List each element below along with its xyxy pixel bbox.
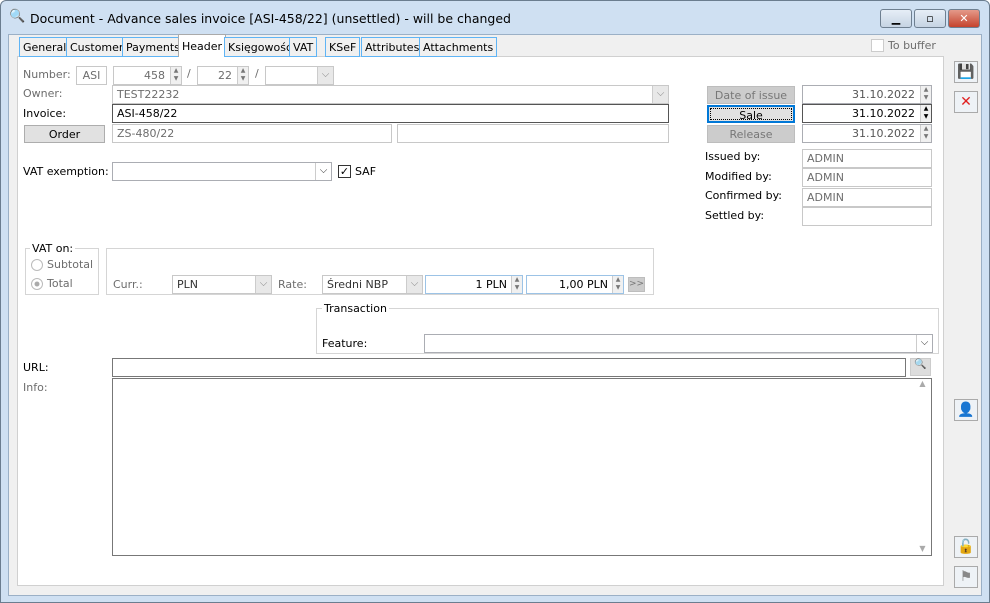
transaction-label: Transaction — [322, 302, 389, 315]
info-label: Info: — [23, 381, 48, 394]
currency-value: PLN — [177, 278, 198, 291]
minimize-button[interactable]: ▁ — [880, 9, 912, 28]
rate-amount2-field[interactable]: 1,00 PLN ▲ ▼ — [526, 275, 624, 294]
number-field[interactable]: 458 ▲ ▼ — [113, 66, 182, 85]
chevron-down-icon[interactable]: ⌵ — [315, 163, 331, 180]
invoice-input[interactable]: ASI-458/22 — [112, 104, 669, 123]
feature-label: Feature: — [322, 337, 368, 350]
spin-icon[interactable]: ▲ ▼ — [920, 125, 931, 142]
close-button[interactable]: ✕ — [948, 9, 980, 28]
vat-exemption-select[interactable]: ⌵ — [112, 162, 332, 181]
settled-by-value — [802, 207, 932, 226]
chevron-down-icon[interactable]: ⌵ — [317, 67, 333, 84]
cancel-icon[interactable]: ✕ — [954, 91, 978, 113]
chevron-down-icon[interactable]: ⌵ — [916, 335, 932, 352]
spin-icon[interactable]: ▲ ▼ — [237, 67, 248, 84]
tab-header[interactable]: Header — [178, 34, 227, 57]
vat-exemption-label: VAT exemption: — [23, 165, 109, 178]
issued-by-value: ADMIN — [802, 149, 932, 168]
tab-ksef[interactable]: KSeF — [325, 37, 361, 57]
number-series-select[interactable]: ⌵ — [265, 66, 334, 85]
total-label: Total — [47, 277, 73, 290]
release-button[interactable]: Release — [707, 125, 795, 143]
chevron-down-icon[interactable]: ⌵ — [406, 276, 422, 293]
number-year-field[interactable]: 22 ▲ ▼ — [197, 66, 249, 85]
magnifier-icon: 🔍 — [9, 9, 26, 24]
chevron-down-icon[interactable]: ⌵ — [652, 86, 668, 103]
url-label: URL: — [23, 361, 49, 374]
curr-label: Curr.: — [113, 278, 143, 291]
confirmed-by-value: ADMIN — [802, 188, 932, 207]
invoice-label: Invoice: — [23, 107, 67, 120]
order-button[interactable]: Order — [24, 125, 105, 143]
rate-value: Średni NBP — [327, 278, 388, 291]
sale-date-field[interactable]: 31.10.2022 ▲ ▼ — [802, 104, 932, 123]
tab-ksiegowosc[interactable]: Księgowość — [224, 37, 296, 57]
saf-label: SAF — [355, 165, 377, 178]
saf-checkbox[interactable]: ✓ — [338, 165, 351, 178]
modified-by-label: Modified by: — [705, 170, 772, 183]
tab-payments[interactable]: Payments — [122, 37, 184, 57]
rate-amount1-field[interactable]: 1 PLN ▲ ▼ — [425, 275, 523, 294]
subtotal-radio[interactable] — [31, 259, 43, 271]
number-year-value: 22 — [218, 69, 232, 82]
release-date-field[interactable]: 31.10.2022 ▲ ▼ — [802, 124, 932, 143]
info-scrollbar[interactable]: ▲ ▼ — [914, 379, 931, 555]
info-textarea[interactable]: ▲ ▼ — [112, 378, 932, 556]
slash: / — [255, 67, 259, 80]
spin-icon[interactable]: ▲ ▼ — [170, 67, 181, 84]
sale-date-value: 31.10.2022 — [852, 107, 915, 120]
order-input[interactable]: ZS-480/22 — [112, 124, 392, 143]
tab-attributes[interactable]: Attributes — [361, 37, 424, 57]
settled-by-label: Settled by: — [705, 209, 765, 222]
tab-customer[interactable]: Customer — [66, 37, 128, 57]
url-search-icon[interactable]: 🔍 — [910, 358, 931, 376]
save-icon[interactable]: 💾 — [954, 61, 978, 83]
owner-value: TEST22232 — [117, 88, 180, 101]
currency-select[interactable]: PLN ⌵ — [172, 275, 272, 294]
release-date-value: 31.10.2022 — [852, 127, 915, 140]
tab-attachments[interactable]: Attachments — [419, 37, 498, 57]
number-value: 458 — [144, 69, 165, 82]
owner-label: Owner: — [23, 87, 63, 100]
maximize-button[interactable]: ▫ — [914, 9, 946, 28]
spin-icon[interactable]: ▲ ▼ — [920, 86, 931, 103]
order-extra-input[interactable] — [397, 124, 669, 143]
user-card-icon[interactable]: 👤 — [954, 399, 978, 421]
spin-icon[interactable]: ▲ ▼ — [920, 105, 931, 122]
rate-amount1-value: 1 PLN — [475, 278, 508, 291]
feature-select[interactable]: ⌵ — [424, 334, 933, 353]
url-input[interactable] — [112, 358, 906, 377]
owner-select[interactable]: TEST22232 ⌵ — [112, 85, 669, 104]
number-prefix: ASI — [76, 66, 107, 85]
confirmed-by-label: Confirmed by: — [705, 189, 782, 202]
to-buffer-checkbox[interactable] — [871, 39, 884, 52]
slash: / — [187, 67, 191, 80]
sale-button[interactable]: Sale — [707, 105, 795, 123]
modified-by-value: ADMIN — [802, 168, 932, 187]
total-radio[interactable] — [31, 278, 43, 290]
date-of-issue-button[interactable]: Date of issue — [707, 86, 795, 104]
window-title: Document - Advance sales invoice [ASI-45… — [30, 11, 511, 26]
unlock-icon[interactable]: 🔓 — [954, 536, 978, 558]
number-label: Number: — [23, 68, 71, 81]
date-of-issue-value: 31.10.2022 — [852, 88, 915, 101]
subtotal-label: Subtotal — [47, 258, 94, 271]
tab-general[interactable]: General — [19, 37, 71, 57]
issued-by-label: Issued by: — [705, 150, 761, 163]
spin-icon[interactable]: ▲ ▼ — [511, 276, 522, 293]
tab-vat[interactable]: VAT — [289, 37, 318, 57]
flag-icon[interactable]: ⚑ — [954, 566, 978, 588]
date-of-issue-field[interactable]: 31.10.2022 ▲ ▼ — [802, 85, 932, 104]
vat-on-label: VAT on: — [30, 242, 76, 255]
rate-select[interactable]: Średni NBP ⌵ — [322, 275, 423, 294]
rate-amount2-value: 1,00 PLN — [559, 278, 608, 291]
to-buffer-label: To buffer — [888, 39, 936, 52]
spin-icon[interactable]: ▲ ▼ — [612, 276, 623, 293]
rate-label: Rate: — [278, 278, 307, 291]
chevron-down-icon[interactable]: ⌵ — [255, 276, 271, 293]
rate-more-button[interactable]: >> — [628, 277, 645, 292]
